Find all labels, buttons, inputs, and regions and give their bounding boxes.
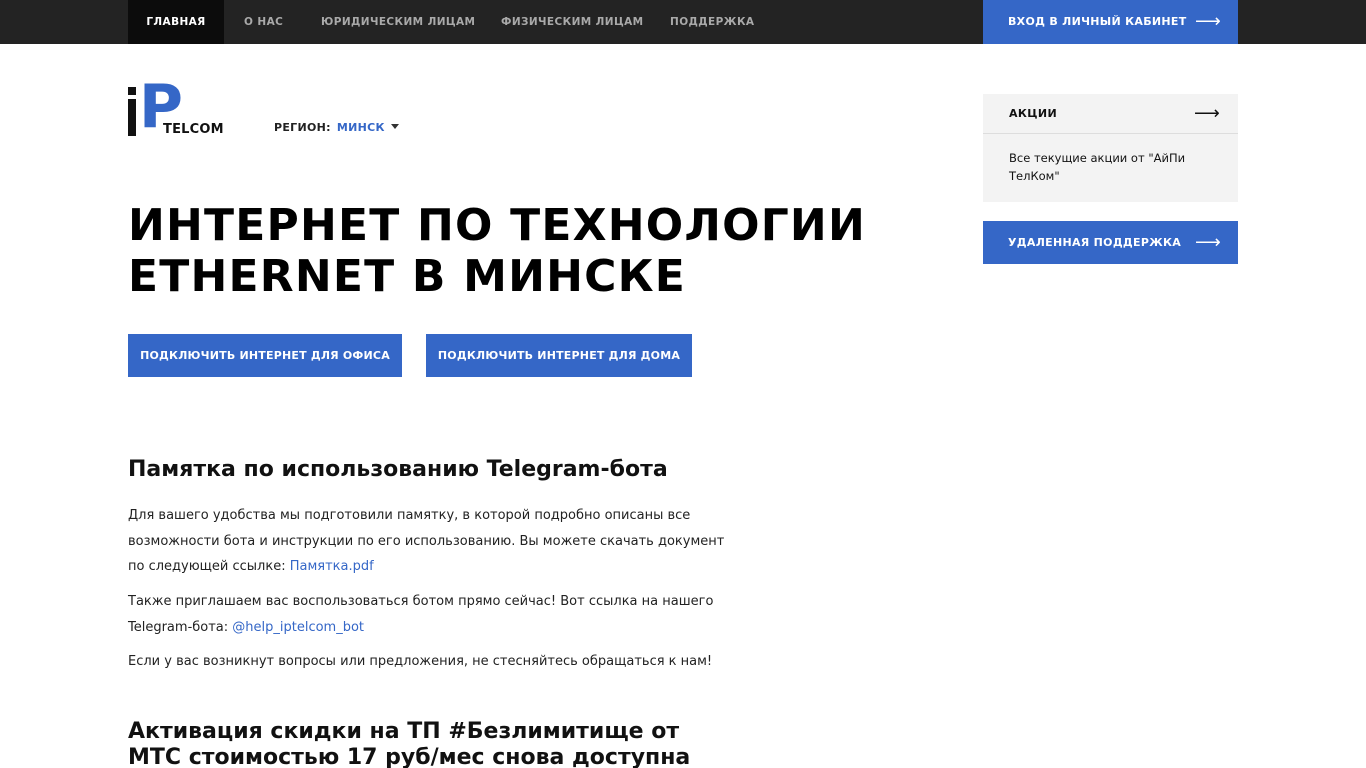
top-navigation: ГЛАВНАЯ О НАС ЮРИДИЧЕСКИМ ЛИЦАМ ФИЗИЧЕСК… <box>0 0 1366 44</box>
login-button[interactable]: ВХОД В ЛИЧНЫЙ КАБИНЕТ ⟶ <box>983 0 1238 44</box>
nav-item-individuals[interactable]: ФИЗИЧЕСКИМ ЛИЦАМ <box>501 0 644 44</box>
region-selector[interactable]: РЕГИОН: МИНСК <box>274 121 399 134</box>
article-title[interactable]: Активация скидки на ТП #Безлимитище от М… <box>128 719 728 768</box>
arrow-right-icon: ⟶ <box>1195 11 1222 32</box>
logo[interactable]: P TELCOM <box>128 72 232 142</box>
connect-home-button[interactable]: ПОДКЛЮЧИТЬ ИНТЕРНЕТ ДЛЯ ДОМА <box>426 334 692 377</box>
article-paragraph: Также приглашаем вас воспользоваться бот… <box>128 589 728 640</box>
region-label: РЕГИОН: <box>274 121 331 134</box>
page-title-line1: ИНТЕРНЕТ ПО ТЕХНОЛОГИИ <box>128 200 866 251</box>
nav-item-support[interactable]: ПОДДЕРЖКА <box>670 0 754 44</box>
page-title-line2: ETHERNET В МИНСКЕ <box>128 251 687 302</box>
logo-i-dot <box>128 87 136 95</box>
nav-item-business[interactable]: ЮРИДИЧЕСКИМ ЛИЦАМ <box>321 0 475 44</box>
remote-support-button[interactable]: УДАЛЕННАЯ ПОДДЕРЖКА ⟶ <box>983 221 1238 264</box>
page-title: ИНТЕРНЕТ ПО ТЕХНОЛОГИИ ETHERNET В МИНСКЕ <box>128 200 908 302</box>
nav-item-about[interactable]: О НАС <box>244 0 283 44</box>
caret-down-icon[interactable] <box>390 124 399 129</box>
arrow-right-icon: ⟶ <box>1195 232 1221 253</box>
article-text: Также приглашаем вас воспользоваться бот… <box>128 594 714 635</box>
region-value[interactable]: МИНСК <box>337 121 385 134</box>
memo-pdf-link[interactable]: Памятка.pdf <box>290 559 374 574</box>
logo-telcom-text: TELCOM <box>162 122 224 138</box>
remote-support-label: УДАЛЕННАЯ ПОДДЕРЖКА <box>1008 236 1182 249</box>
promotions-title: АКЦИИ <box>1009 107 1058 120</box>
promotions-link[interactable]: Все текущие акции от "АйПи ТелКом" <box>1009 149 1209 185</box>
article-title[interactable]: Памятка по использованию Telegram-бота <box>128 457 668 483</box>
promotions-box: АКЦИИ ⟶ Все текущие акции от "АйПи ТелКо… <box>983 94 1238 202</box>
nav-item-home[interactable]: ГЛАВНАЯ <box>128 0 224 44</box>
article-paragraph: Для вашего удобства мы подготовили памят… <box>128 503 728 580</box>
logo-i-bar <box>128 99 136 136</box>
article-text: Для вашего удобства мы подготовили памят… <box>128 508 725 574</box>
promotions-header[interactable]: АКЦИИ ⟶ <box>983 94 1238 134</box>
arrow-right-icon: ⟶ <box>1194 103 1220 124</box>
telegram-bot-link[interactable]: @help_iptelcom_bot <box>232 620 364 635</box>
login-button-label: ВХОД В ЛИЧНЫЙ КАБИНЕТ <box>1008 15 1187 28</box>
connect-office-button[interactable]: ПОДКЛЮЧИТЬ ИНТЕРНЕТ ДЛЯ ОФИСА <box>128 334 402 377</box>
article-paragraph: Если у вас возникнут вопросы или предлож… <box>128 654 713 669</box>
